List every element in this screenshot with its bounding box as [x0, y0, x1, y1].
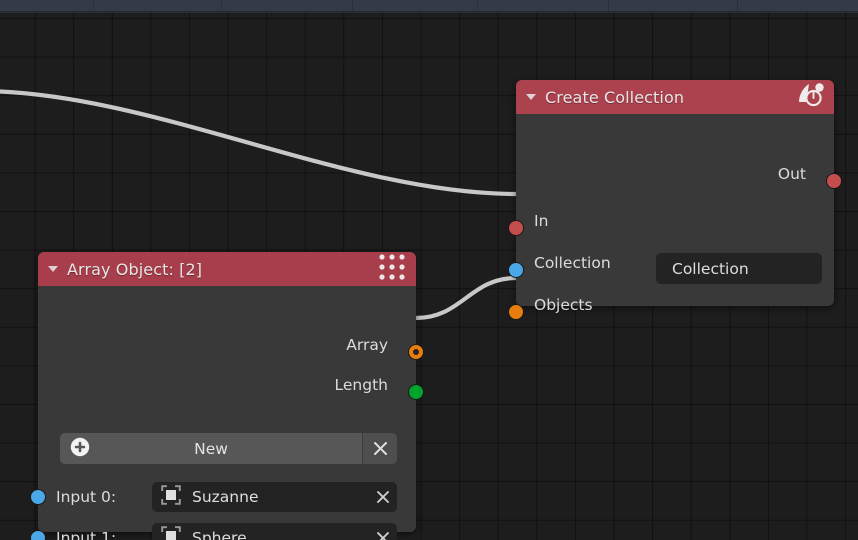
row-objects: Objects	[534, 292, 593, 318]
new-object-label: New	[194, 439, 228, 458]
socket-label-length: Length	[334, 376, 388, 394]
object-icon	[160, 484, 182, 510]
new-object-button[interactable]: New	[60, 433, 362, 464]
node-title: Create Collection	[545, 87, 685, 107]
row-in: In	[534, 208, 548, 234]
socket-in-in[interactable]	[508, 220, 524, 236]
object-input-field-0[interactable]: Suzanne	[152, 482, 397, 512]
window-topbar	[0, 0, 858, 13]
row-collection: Collection	[534, 250, 611, 276]
socket-in-collection[interactable]	[508, 262, 524, 278]
new-object-clear-button[interactable]	[362, 433, 397, 464]
socket-label-array: Array	[346, 336, 388, 354]
row-out: Out	[778, 161, 806, 187]
x-icon	[373, 442, 387, 455]
object-icon	[160, 525, 182, 540]
socket-in-input-0[interactable]	[30, 489, 46, 505]
dot-grid-icon	[377, 252, 407, 286]
row-array: Array	[346, 332, 388, 358]
new-object-row: New	[60, 433, 397, 464]
collection-name-value: Collection	[672, 259, 749, 278]
object-input-field-1[interactable]: Sphere	[152, 523, 397, 540]
socket-out-array[interactable]	[408, 344, 424, 360]
object-input-value-1: Sphere	[192, 529, 247, 540]
chevron-down-icon[interactable]	[48, 266, 58, 272]
object-input-row-0: Input 0: Suzanne	[56, 482, 397, 512]
chevron-down-icon[interactable]	[526, 94, 536, 100]
object-input-label-0: Input 0:	[56, 488, 117, 506]
socket-in-input-1[interactable]	[30, 530, 46, 540]
object-input-value-0: Suzanne	[192, 488, 259, 506]
socket-label-out: Out	[777, 165, 806, 183]
x-icon	[377, 491, 389, 503]
node-body-array-object: Array Length New Input 0: Suzanne Input …	[30, 286, 424, 540]
object-input-label-1: Input 1:	[56, 529, 117, 540]
node-body-create-collection: Out In Collection Collection Objects	[508, 114, 842, 320]
socket-in-objects[interactable]	[508, 304, 524, 320]
socket-label-collection: Collection	[534, 254, 611, 272]
row-length: Length	[335, 372, 388, 398]
plus-circle-icon	[69, 436, 91, 462]
node-create-collection[interactable]: Create Collection Out In Collection Coll…	[508, 80, 842, 320]
node-array-object[interactable]: Array Object: [2] Array Length New Input…	[30, 252, 424, 540]
socket-out-out[interactable]	[826, 173, 842, 189]
node-editor-window: Create Collection Out In Collection Coll…	[0, 0, 858, 540]
node-header-array-object[interactable]: Array Object: [2]	[38, 252, 416, 286]
topbar-strip	[0, 0, 858, 12]
node-header-create-collection[interactable]: Create Collection	[516, 80, 834, 114]
node-title: Array Object: [2]	[67, 259, 203, 279]
collection-name-field[interactable]: Collection	[656, 253, 822, 284]
object-input-clear-0[interactable]	[369, 489, 397, 505]
socket-label-objects: Objects	[534, 296, 593, 314]
collection-particles-icon	[795, 82, 825, 112]
socket-label-in: In	[534, 212, 549, 230]
socket-out-length[interactable]	[408, 384, 424, 400]
object-input-row-1: Input 1: Sphere	[56, 523, 397, 540]
object-input-clear-1[interactable]	[369, 530, 397, 540]
x-icon	[377, 532, 389, 540]
